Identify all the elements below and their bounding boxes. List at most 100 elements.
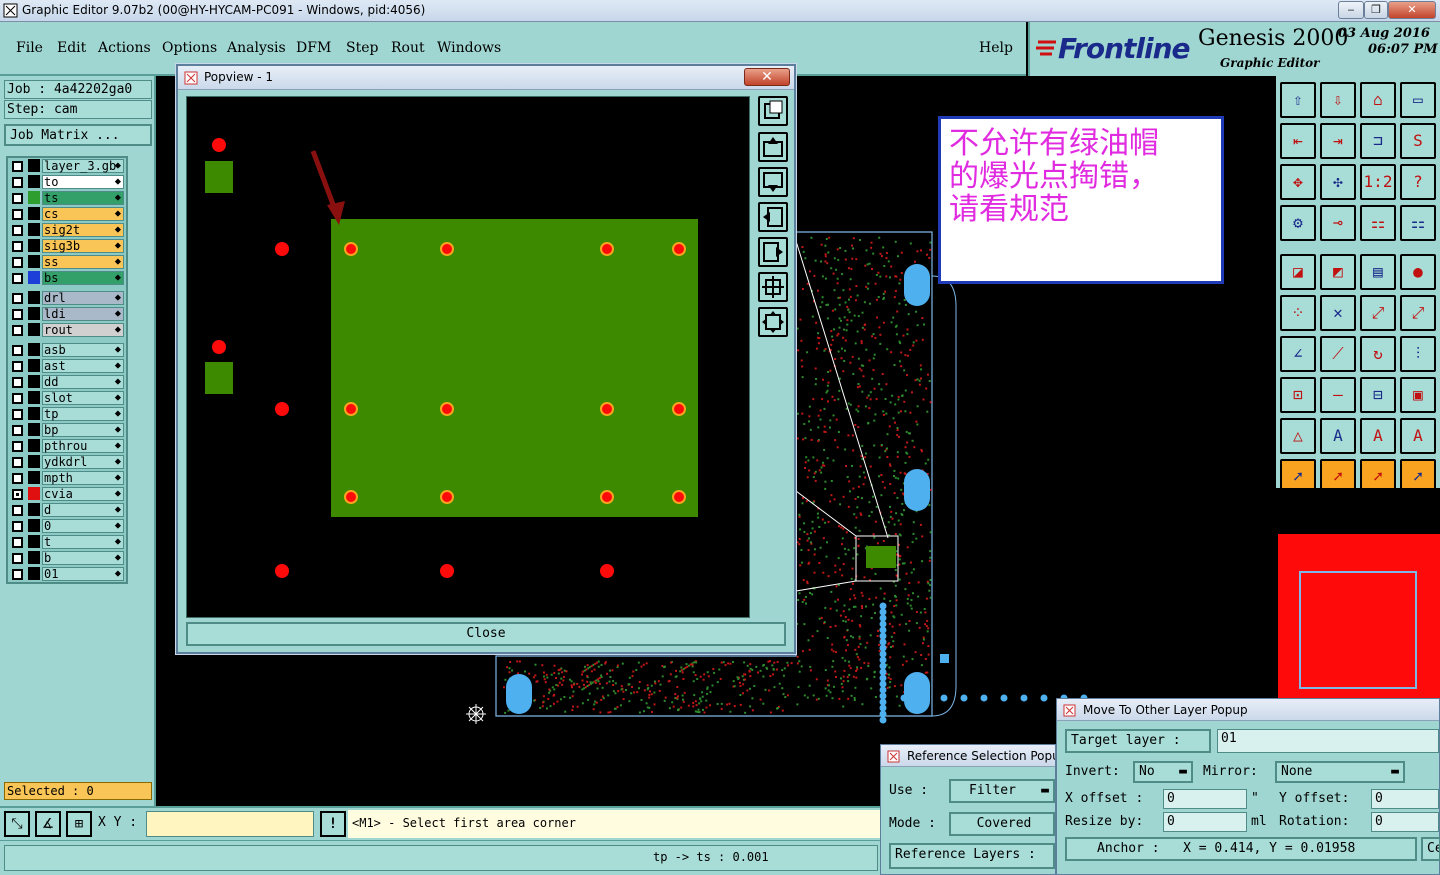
layer-name[interactable]: slot ⬥ [42,391,124,405]
layer-row[interactable]: cvia ⬥ [8,486,126,502]
zoom-window-icon[interactable]: ▭ [1400,82,1436,118]
popview-tool-pan-right[interactable] [758,237,788,267]
text-a-icon[interactable]: A [1320,418,1356,454]
rotation-input[interactable]: 0 [1371,812,1439,832]
layer-row[interactable]: slot ⬥ [8,390,126,406]
layer-name[interactable]: ldi ⬥ [42,307,124,321]
layer-row[interactable]: asb ⬥ [8,342,126,358]
netlist-icon[interactable]: ⁘ [1280,295,1316,331]
grid-icon[interactable]: ⊞ [66,811,92,837]
shape-select-icon[interactable]: ◪ [1280,254,1316,290]
layer-row[interactable]: bs ⬥ [8,270,126,286]
popview-canvas[interactable] [186,96,750,618]
x-offset-input[interactable]: 0 [1163,789,1247,809]
layer-name[interactable]: ydkdrl ⬥ [42,455,124,469]
layer-name[interactable]: cs ⬥ [42,207,124,221]
maximize-button[interactable]: ❐ [1364,1,1388,19]
menu-options[interactable]: Options [162,40,217,56]
layer-row[interactable]: t ⬥ [8,534,126,550]
layer-checkbox[interactable] [12,177,23,188]
layer-row[interactable]: ts ⬥ [8,190,126,206]
line-h-icon[interactable]: ― [1320,377,1356,413]
help-icon[interactable]: ? [1400,164,1436,200]
layer-name[interactable]: drl ⬥ [42,291,124,305]
layer-checkbox[interactable] [12,457,23,468]
rotate-icon[interactable]: ↻ [1360,336,1396,372]
features-icon[interactable]: ⫶ [1400,336,1436,372]
close-window-button[interactable]: ✕ [1388,1,1436,19]
menu-rout[interactable]: Rout [391,40,425,56]
layer-checkbox[interactable] [12,309,23,320]
delete-icon[interactable]: ✕ [1320,295,1356,331]
target-layer-input[interactable]: 01 [1217,729,1439,753]
box-icon[interactable]: ⊟ [1360,377,1396,413]
y-offset-input[interactable]: 0 [1371,789,1439,809]
layer-checkbox[interactable] [12,161,23,172]
layer-row[interactable]: dd ⬥ [8,374,126,390]
layer-name[interactable]: dd ⬥ [42,375,124,389]
layer-checkbox[interactable] [12,325,23,336]
layer-name[interactable]: b ⬥ [42,551,124,565]
mode-button[interactable]: Covered [949,812,1055,836]
layer-checkbox[interactable] [12,505,23,516]
minimize-button[interactable]: ‒ [1338,1,1364,19]
layer-row[interactable]: mpth ⬥ [8,470,126,486]
target-layer-button[interactable]: Target layer : [1065,729,1211,753]
snap-pad-icon[interactable]: ▣ [1400,377,1436,413]
properties-icon[interactable]: ⚙ [1280,205,1316,241]
layer-checkbox[interactable] [12,569,23,580]
menu-actions[interactable]: Actions [98,40,151,56]
mini-map[interactable] [1276,488,1440,698]
popview-tool-pan-down[interactable] [758,167,788,197]
job-matrix-button[interactable]: Job Matrix ... [4,124,152,146]
measure-icon[interactable]: ∡ [35,811,61,837]
menu-edit[interactable]: Edit [57,40,86,56]
menu-windows[interactable]: Windows [437,40,501,56]
center-button[interactable]: Ce [1421,837,1440,861]
layer-row[interactable]: ydkdrl ⬥ [8,454,126,470]
layer-checkbox[interactable] [12,293,23,304]
popview-titlebar[interactable]: Popview - 1 ✕ [178,66,794,90]
popview-tool-pan-up[interactable] [758,132,788,162]
layer-name[interactable]: to ⬥ [42,175,124,189]
menu-file[interactable]: File [16,40,43,56]
menu-step[interactable]: Step [346,40,378,56]
text-b-icon[interactable]: A [1360,418,1396,454]
layer-checkbox[interactable] [12,441,23,452]
layer-checkbox[interactable] [12,361,23,372]
layer-row[interactable]: b ⬥ [8,550,126,566]
move-pt-icon[interactable]: ⤢ [1360,295,1396,331]
menu-help[interactable]: Help [979,40,1013,56]
snap-icon[interactable]: ⤡ [4,811,30,837]
movepop-titlebar[interactable]: Move To Other Layer Popup [1057,699,1439,721]
layer-row[interactable]: 01 ⬥ [8,566,126,582]
layer-name[interactable]: sig3b ⬥ [42,239,124,253]
xy-input[interactable] [146,811,314,837]
layer-checkbox[interactable] [12,537,23,548]
layer-name[interactable]: asb ⬥ [42,343,124,357]
layer-name[interactable]: ast ⬥ [42,359,124,373]
layer-name[interactable]: bs ⬥ [42,271,124,285]
angle-icon[interactable]: ∠ [1280,336,1316,372]
layer-checkbox[interactable] [12,489,23,500]
display-toggle-icon[interactable]: ◩ [1320,254,1356,290]
ruler-icon[interactable]: ▤ [1360,254,1396,290]
layer-checkbox[interactable] [12,273,23,284]
layer-name[interactable]: layer_3.gb ⬥ [42,159,124,173]
layer-name[interactable]: 0 ⬥ [42,519,124,533]
popview-tool-zoom-window[interactable] [758,96,788,126]
layer-row[interactable]: rout ⬥ [8,322,126,338]
layer-name[interactable]: mpth ⬥ [42,471,124,485]
layer-row[interactable]: ss ⬥ [8,254,126,270]
popview-close-button[interactable]: Close [186,622,786,646]
layer-row[interactable]: ast ⬥ [8,358,126,374]
popview-tool-zoom-out[interactable] [758,272,788,302]
layer-checkbox[interactable] [12,377,23,388]
layer-map-2-icon[interactable]: ⚏ [1400,205,1436,241]
layer-checkbox[interactable] [12,257,23,268]
zoom-fit-icon[interactable]: ⊐ [1360,123,1396,159]
layer-row[interactable]: tp ⬥ [8,406,126,422]
layer-row[interactable]: sig2t ⬥ [8,222,126,238]
layer-row[interactable]: to ⬥ [8,174,126,190]
layer-name[interactable]: cvia ⬥ [42,487,124,501]
